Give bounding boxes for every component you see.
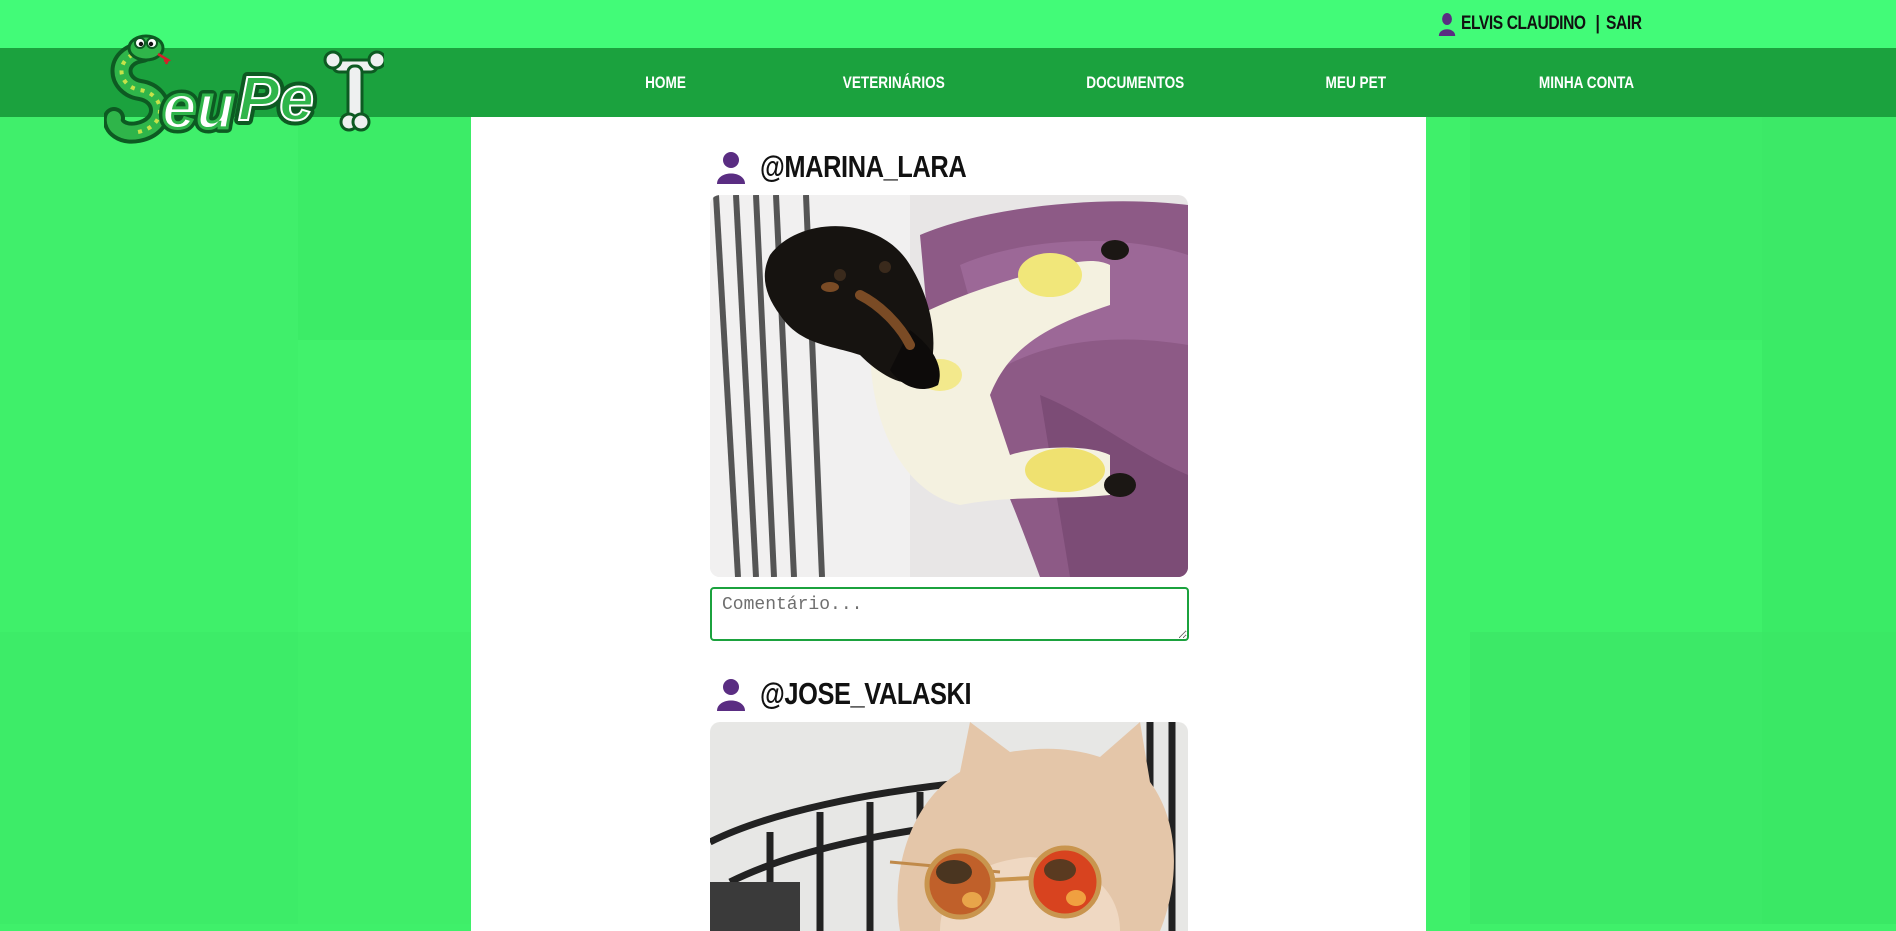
logout-link[interactable]: SAIR bbox=[1606, 13, 1642, 35]
nav-meu-pet[interactable]: MEU PET bbox=[1326, 48, 1386, 117]
svg-text:Pe: Pe bbox=[238, 65, 314, 134]
user-icon bbox=[717, 678, 745, 711]
seupet-logo[interactable]: eu eu Pe Pe bbox=[104, 34, 384, 150]
post-header: @MARINA_LARA bbox=[716, 149, 1012, 185]
user-icon bbox=[1438, 13, 1456, 36]
nav-veterinarios[interactable]: VETERINÁRIOS bbox=[843, 48, 945, 117]
post-username[interactable]: @MARINA_LARA bbox=[760, 149, 967, 185]
post-photo-dachshund[interactable] bbox=[710, 195, 1188, 577]
post-photo-cat[interactable] bbox=[710, 722, 1188, 931]
user-icon bbox=[717, 151, 745, 184]
svg-text:eu: eu bbox=[162, 73, 234, 142]
nav-home[interactable]: HOME bbox=[645, 48, 686, 117]
user-name[interactable]: ELVIS CLAUDINO bbox=[1461, 13, 1586, 35]
nav-documentos[interactable]: DOCUMENTOS bbox=[1086, 48, 1184, 117]
post-header: @JOSE_VALASKI bbox=[716, 676, 1017, 712]
nav-minha-conta[interactable]: MINHA CONTA bbox=[1539, 48, 1634, 117]
comment-input[interactable] bbox=[710, 587, 1189, 641]
post-username[interactable]: @JOSE_VALASKI bbox=[760, 676, 972, 712]
user-area: ELVIS CLAUDINO | SAIR bbox=[1438, 10, 1642, 38]
separator: | bbox=[1595, 13, 1600, 34]
